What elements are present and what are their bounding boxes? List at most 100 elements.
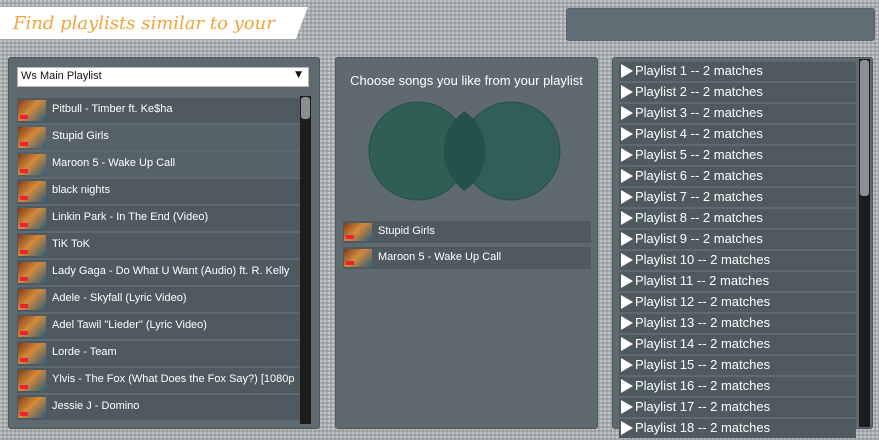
song-title: Linkin Park - In The End (Video)	[52, 211, 209, 223]
play-arrow-icon	[621, 148, 633, 162]
song-item[interactable]: black nights	[17, 179, 300, 204]
song-title: TiK ToK	[52, 238, 90, 250]
play-arrow-icon	[621, 253, 633, 267]
play-arrow-icon	[621, 190, 633, 204]
song-item[interactable]: Jessie J - Domino	[17, 395, 300, 420]
play-arrow-icon	[621, 421, 633, 435]
song-title: Jessie J - Domino	[52, 400, 140, 412]
song-title: Maroon 5 - Wake Up Call	[52, 157, 176, 169]
selected-song-list: Stupid Girls Maroon 5 - Wake Up Call	[343, 221, 591, 273]
video-thumbnail-icon	[344, 223, 372, 241]
playlist-result-item[interactable]: Playlist 14 -- 2 matches	[619, 335, 856, 354]
playlist-result-item[interactable]: Playlist 1 -- 2 matches	[619, 62, 856, 81]
song-item[interactable]: Linkin Park - In The End (Video)	[17, 206, 300, 231]
video-thumbnail-icon	[344, 249, 372, 267]
play-arrow-icon	[621, 400, 633, 414]
playlist-result-item[interactable]: Playlist 11 -- 2 matches	[619, 272, 856, 291]
dropdown-arrow-icon: ▼	[295, 70, 302, 80]
play-arrow-icon	[621, 169, 633, 183]
selection-panel: Choose songs you like from your playlist…	[335, 57, 598, 429]
playlist-result-label: Playlist 7 -- 2 matches	[635, 189, 763, 204]
song-title: Maroon 5 - Wake Up Call	[378, 251, 502, 263]
song-item[interactable]: Pitbull - Timber ft. Ke$ha	[17, 98, 300, 123]
playlist-result-label: Playlist 9 -- 2 matches	[635, 231, 763, 246]
selected-song-item[interactable]: Maroon 5 - Wake Up Call	[343, 247, 591, 269]
video-thumbnail-icon	[18, 397, 46, 418]
playlist-result-label: Playlist 10 -- 2 matches	[635, 252, 771, 267]
song-title: Adele - Skyfall (Lyric Video)	[52, 292, 187, 304]
playlist-result-item[interactable]: Playlist 4 -- 2 matches	[619, 125, 856, 144]
song-item[interactable]: Stupid Girls	[17, 125, 300, 150]
video-thumbnail-icon	[18, 181, 46, 202]
song-title: Stupid Girls	[52, 130, 109, 142]
results-scrollbar[interactable]	[859, 59, 870, 427]
playlist-result-label: Playlist 11 -- 2 matches	[635, 273, 770, 288]
video-thumbnail-icon	[18, 154, 46, 175]
playlist-result-label: Playlist 18 -- 2 matches	[635, 420, 771, 435]
song-list-scrollbar[interactable]	[300, 96, 311, 424]
playlist-result-label: Playlist 3 -- 2 matches	[635, 105, 763, 120]
play-arrow-icon	[621, 316, 633, 330]
playlist-result-item[interactable]: Playlist 13 -- 2 matches	[619, 314, 856, 333]
scroll-thumb[interactable]	[860, 60, 869, 196]
song-item[interactable]: Adele - Skyfall (Lyric Video)	[17, 287, 300, 312]
song-item[interactable]: Adel Tawil "Lieder" (Lyric Video)	[17, 314, 300, 339]
play-arrow-icon	[621, 232, 633, 246]
play-arrow-icon	[621, 379, 633, 393]
choose-instruction: Choose songs you like from your playlist	[350, 73, 583, 88]
video-thumbnail-icon	[18, 343, 46, 364]
playlist-result-label: Playlist 16 -- 2 matches	[635, 378, 771, 393]
top-right-panel	[566, 8, 875, 41]
page-title: Find playlists similar to your	[13, 13, 275, 34]
playlist-result-label: Playlist 4 -- 2 matches	[635, 126, 763, 141]
playlist-result-item[interactable]: Playlist 8 -- 2 matches	[619, 209, 856, 228]
playlist-select-value: Ws Main Playlist	[21, 70, 102, 82]
song-title: Lorde - Team	[52, 346, 117, 358]
results-panel: Playlist 1 -- 2 matches Playlist 2 -- 2 …	[612, 57, 873, 438]
playlist-result-label: Playlist 5 -- 2 matches	[635, 147, 763, 162]
playlist-result-item[interactable]: Playlist 15 -- 2 matches	[619, 356, 856, 375]
song-title: Ylvis - The Fox (What Does the Fox Say?)…	[52, 373, 295, 385]
play-arrow-icon	[621, 295, 633, 309]
playlist-result-item[interactable]: Playlist 12 -- 2 matches	[619, 293, 856, 312]
playlist-result-label: Playlist 2 -- 2 matches	[635, 84, 763, 99]
play-arrow-icon	[621, 85, 633, 99]
playlist-select[interactable]: Ws Main Playlist ▼	[17, 67, 309, 87]
song-item[interactable]: TiK ToK	[17, 233, 300, 258]
playlist-panel: Ws Main Playlist ▼ Pitbull - Timber ft. …	[8, 57, 320, 429]
play-arrow-icon	[621, 337, 633, 351]
playlist-result-label: Playlist 1 -- 2 matches	[635, 63, 763, 78]
playlist-result-item[interactable]: Playlist 7 -- 2 matches	[619, 188, 856, 207]
playlist-result-item[interactable]: Playlist 16 -- 2 matches	[619, 377, 856, 396]
play-arrow-icon	[621, 127, 633, 141]
song-title: Stupid Girls	[378, 225, 435, 237]
playlist-result-item[interactable]: Playlist 2 -- 2 matches	[619, 83, 856, 102]
song-item[interactable]: Maroon 5 - Wake Up Call	[17, 152, 300, 177]
song-item[interactable]: Ylvis - The Fox (What Does the Fox Say?)…	[17, 368, 300, 393]
song-title: Pitbull - Timber ft. Ke$ha	[52, 103, 173, 115]
playlist-result-label: Playlist 8 -- 2 matches	[635, 210, 763, 225]
song-item[interactable]: Lorde - Team	[17, 341, 300, 366]
playlist-result-label: Playlist 15 -- 2 matches	[635, 357, 771, 372]
playlist-result-item[interactable]: Playlist 6 -- 2 matches	[619, 167, 856, 186]
play-arrow-icon	[621, 64, 633, 78]
playlist-result-item[interactable]: Playlist 9 -- 2 matches	[619, 230, 856, 249]
video-thumbnail-icon	[18, 316, 46, 337]
play-arrow-icon	[621, 274, 633, 288]
playlist-result-item[interactable]: Playlist 5 -- 2 matches	[619, 146, 856, 165]
scroll-thumb[interactable]	[301, 97, 310, 119]
song-item[interactable]: Lady Gaga - Do What U Want (Audio) ft. R…	[17, 260, 300, 285]
playlist-result-label: Playlist 6 -- 2 matches	[635, 168, 763, 183]
video-thumbnail-icon	[18, 289, 46, 310]
playlist-result-item[interactable]: Playlist 17 -- 2 matches	[619, 398, 856, 417]
song-title: Lady Gaga - Do What U Want (Audio) ft. R…	[52, 265, 290, 277]
playlist-result-label: Playlist 13 -- 2 matches	[635, 315, 771, 330]
playlist-result-item[interactable]: Playlist 18 -- 2 matches	[619, 419, 856, 438]
song-title: black nights	[52, 184, 111, 196]
playlist-result-item[interactable]: Playlist 10 -- 2 matches	[619, 251, 856, 270]
playlist-result-item[interactable]: Playlist 3 -- 2 matches	[619, 104, 856, 123]
selected-song-item[interactable]: Stupid Girls	[343, 221, 591, 243]
song-title: Adel Tawil "Lieder" (Lyric Video)	[52, 319, 207, 331]
video-thumbnail-icon	[18, 370, 46, 391]
video-thumbnail-icon	[18, 262, 46, 283]
